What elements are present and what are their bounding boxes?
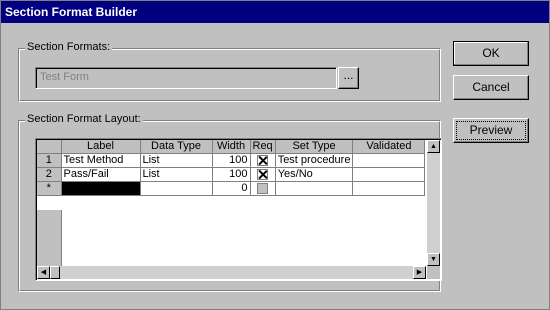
label-cell[interactable] xyxy=(61,181,141,196)
layout-grid[interactable]: Label Data Type Width Req Set Type Valid… xyxy=(35,138,442,281)
row-header[interactable]: * xyxy=(37,181,62,196)
vertical-scrollbar[interactable]: ▲ ▼ xyxy=(427,140,440,266)
arrow-left-icon[interactable]: ◀ xyxy=(37,266,50,279)
browse-button[interactable]: ... xyxy=(338,67,359,89)
layout-table: Label Data Type Width Req Set Type Valid… xyxy=(37,140,426,196)
window-title: Section Format Builder xyxy=(5,5,138,19)
column-header-data-type[interactable]: Data Type xyxy=(140,140,213,154)
row-header[interactable]: 1 xyxy=(37,153,62,168)
data-type-cell[interactable]: List xyxy=(140,167,213,182)
arrow-up-icon[interactable]: ▲ xyxy=(427,140,440,153)
width-cell[interactable]: 0 xyxy=(212,181,251,196)
ok-button[interactable]: OK xyxy=(453,41,529,66)
req-cell xyxy=(250,167,276,182)
req-checkbox[interactable] xyxy=(257,168,269,180)
horizontal-scrollbar[interactable]: ◀ ▶ xyxy=(37,266,426,279)
width-cell[interactable]: 100 xyxy=(212,167,251,182)
table-row: 1 Test Method List 100 Test procedure xyxy=(37,153,426,168)
column-header-validated[interactable]: Validated xyxy=(352,140,426,154)
set-type-cell[interactable] xyxy=(275,181,354,196)
set-type-cell[interactable]: Test procedure xyxy=(275,153,354,168)
row-header[interactable]: 2 xyxy=(37,167,62,182)
arrow-down-icon[interactable]: ▼ xyxy=(427,253,440,266)
arrow-right-icon[interactable]: ▶ xyxy=(413,266,426,279)
row-header-column xyxy=(37,210,62,266)
column-header-label[interactable]: Label xyxy=(61,140,141,154)
table-row: 2 Pass/Fail List 100 Yes/No xyxy=(37,167,426,182)
req-checkbox[interactable] xyxy=(257,154,269,166)
req-cell xyxy=(250,181,276,196)
preview-button[interactable]: Preview xyxy=(453,118,529,143)
validated-cell[interactable] xyxy=(352,167,426,182)
validated-cell[interactable] xyxy=(352,153,426,168)
data-type-cell[interactable]: List xyxy=(140,153,213,168)
req-checkbox[interactable] xyxy=(257,182,269,194)
scrollbar-corner xyxy=(427,266,440,279)
new-row: * 0 xyxy=(37,181,426,196)
label-cell[interactable]: Test Method xyxy=(61,153,141,168)
column-header-width[interactable]: Width xyxy=(212,140,251,154)
req-cell xyxy=(250,153,276,168)
width-cell[interactable]: 100 xyxy=(212,153,251,168)
section-formats-legend: Section Formats: xyxy=(25,41,113,53)
validated-cell[interactable] xyxy=(352,181,426,196)
column-header-req[interactable]: Req xyxy=(250,140,276,154)
table-header-row: Label Data Type Width Req Set Type Valid… xyxy=(37,140,426,154)
cancel-button[interactable]: Cancel xyxy=(453,75,529,100)
dialog-window: Section Format Builder Section Formats: … xyxy=(0,0,550,310)
horizontal-scroll-thumb[interactable] xyxy=(50,266,60,279)
column-header-set-type[interactable]: Set Type xyxy=(275,140,354,154)
corner-header-cell[interactable] xyxy=(37,140,62,154)
data-type-cell[interactable] xyxy=(140,181,213,196)
section-format-field[interactable]: Test Form xyxy=(35,67,337,89)
title-bar[interactable]: Section Format Builder xyxy=(1,1,549,23)
label-cell[interactable]: Pass/Fail xyxy=(61,167,141,182)
section-format-layout-legend: Section Format Layout: xyxy=(25,113,143,125)
set-type-cell[interactable]: Yes/No xyxy=(275,167,354,182)
